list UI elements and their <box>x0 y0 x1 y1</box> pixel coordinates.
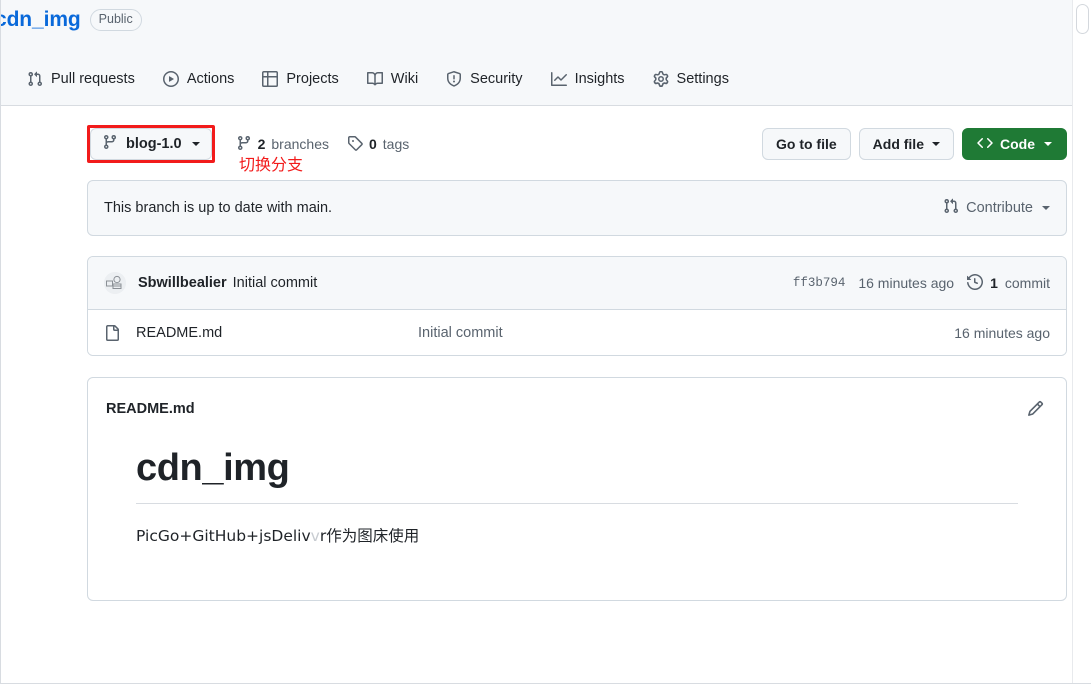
readme-paragraph: PicGo+GitHub+jsDelivvr作为图床使用 <box>136 524 1018 546</box>
avatar <box>104 272 126 294</box>
commit-author-link[interactable]: Sbwillbealier <box>138 275 227 291</box>
graph-icon <box>551 71 567 87</box>
code-brackets-icon <box>977 135 993 154</box>
branch-selector-highlight: blog-1.0 <box>87 125 215 163</box>
branches-count: 2 <box>258 136 266 152</box>
readme-heading: cdn_img <box>136 447 1018 504</box>
scrollbar-thumb[interactable] <box>1076 4 1089 34</box>
readme-card: README.md cdn_img PicGo+GitHub+jsDelivvr… <box>87 377 1067 601</box>
file-icon <box>104 325 120 341</box>
chevron-down-icon <box>1042 206 1050 210</box>
tag-icon <box>347 135 363 154</box>
code-button[interactable]: Code <box>962 128 1067 160</box>
repo-header: cdn_img Public Pull requests Actions <box>1 0 1073 106</box>
nav-tab-label: Projects <box>286 71 338 87</box>
nav-tab-pull-requests[interactable]: Pull requests <box>15 66 147 92</box>
repo-title-row: cdn_img Public <box>0 8 142 32</box>
table-row[interactable]: README.md Initial commit 16 minutes ago <box>88 310 1066 355</box>
go-to-file-label: Go to file <box>776 136 837 152</box>
repo-main-content: blog-1.0 2 branches 0 tags <box>87 125 1067 601</box>
nav-tab-label: Wiki <box>391 71 418 87</box>
nav-tab-label: Pull requests <box>51 71 135 87</box>
play-circle-icon <box>163 71 179 87</box>
nav-tab-label: Actions <box>187 71 235 87</box>
go-to-file-button[interactable]: Go to file <box>762 128 851 160</box>
add-file-label: Add file <box>873 136 924 152</box>
chevron-down-icon <box>192 142 200 146</box>
file-time: 16 minutes ago <box>954 325 1050 341</box>
commit-hash-link[interactable]: ff3b794 <box>793 276 846 290</box>
nav-tab-security[interactable]: Security <box>434 66 534 92</box>
history-icon <box>967 274 983 293</box>
readme-filename: README.md <box>106 401 195 417</box>
branches-count-link[interactable]: 2 branches <box>236 135 329 154</box>
code-label: Code <box>1000 136 1035 152</box>
file-table: Sbwillbealier Initial commit ff3b794 16 … <box>87 256 1067 356</box>
nav-tab-settings[interactable]: Settings <box>641 66 741 92</box>
git-branch-icon <box>102 134 118 154</box>
readme-header: README.md <box>104 394 1050 421</box>
shield-alert-icon <box>446 71 462 87</box>
browser-viewport: cdn_img Public Pull requests Actions <box>0 0 1091 684</box>
commit-count-link[interactable]: 1 commit <box>967 274 1050 293</box>
table-icon <box>262 71 278 87</box>
readme-body: cdn_img PicGo+GitHub+jsDelivvr作为图床使用 <box>104 421 1050 546</box>
contribute-button[interactable]: Contribute <box>943 198 1050 218</box>
repo-toolbar: blog-1.0 2 branches 0 tags <box>87 125 1067 163</box>
book-icon <box>367 71 383 87</box>
nav-tab-label: Security <box>470 71 522 87</box>
branch-status-box: This branch is up to date with main. Con… <box>87 180 1067 236</box>
commit-time: 16 minutes ago <box>858 275 954 291</box>
annotation-switch-branch: 切换分支 <box>239 151 303 175</box>
add-file-button[interactable]: Add file <box>859 128 954 160</box>
latest-commit-bar: Sbwillbealier Initial commit ff3b794 16 … <box>88 257 1066 310</box>
chevron-down-icon <box>932 142 940 146</box>
nav-tab-label: Insights <box>575 71 625 87</box>
repo-name-link[interactable]: cdn_img <box>0 8 81 32</box>
branch-name-label: blog-1.0 <box>126 136 182 152</box>
nav-tab-insights[interactable]: Insights <box>539 66 637 92</box>
nav-tab-projects[interactable]: Projects <box>250 66 350 92</box>
git-pull-request-icon <box>27 71 43 87</box>
branch-status-text: This branch is up to date with main. <box>104 200 332 216</box>
repo-meta-links: 2 branches 0 tags <box>236 135 410 154</box>
readme-paragraph-part1: PicGo+GitHub+jsDeliv <box>136 527 311 545</box>
commit-count-value: 1 <box>990 275 998 291</box>
git-pull-request-icon <box>943 198 959 218</box>
repo-toolbar-actions: Go to file Add file Code <box>762 128 1067 160</box>
commit-count-label: commit <box>1005 275 1050 291</box>
commit-meta: ff3b794 16 minutes ago 1 commit <box>793 274 1050 293</box>
nav-tab-label: Settings <box>677 71 729 87</box>
file-commit-message[interactable]: Initial commit <box>418 325 954 341</box>
branch-selector-button[interactable]: blog-1.0 <box>90 128 212 160</box>
gear-icon <box>653 71 669 87</box>
branches-label: branches <box>271 136 329 152</box>
edit-pencil-icon[interactable] <box>1023 396 1048 421</box>
nav-tab-actions[interactable]: Actions <box>151 66 247 92</box>
repo-visibility-badge: Public <box>90 9 142 31</box>
nav-tab-wiki[interactable]: Wiki <box>355 66 430 92</box>
tags-count: 0 <box>369 136 377 152</box>
chevron-down-icon <box>1044 142 1052 146</box>
readme-paragraph-part2: r作为图床使用 <box>320 527 419 545</box>
contribute-label: Contribute <box>966 200 1033 216</box>
git-branch-icon <box>236 135 252 154</box>
file-name-link[interactable]: README.md <box>136 325 418 341</box>
tags-count-link[interactable]: 0 tags <box>347 135 409 154</box>
readme-paragraph-blurred: v <box>311 527 320 545</box>
page-scrollbar[interactable] <box>1072 0 1091 684</box>
commit-message-link[interactable]: Initial commit <box>233 275 318 291</box>
repo-nav-tabs: Pull requests Actions Projects Wiki <box>15 66 745 92</box>
tags-label: tags <box>383 136 409 152</box>
